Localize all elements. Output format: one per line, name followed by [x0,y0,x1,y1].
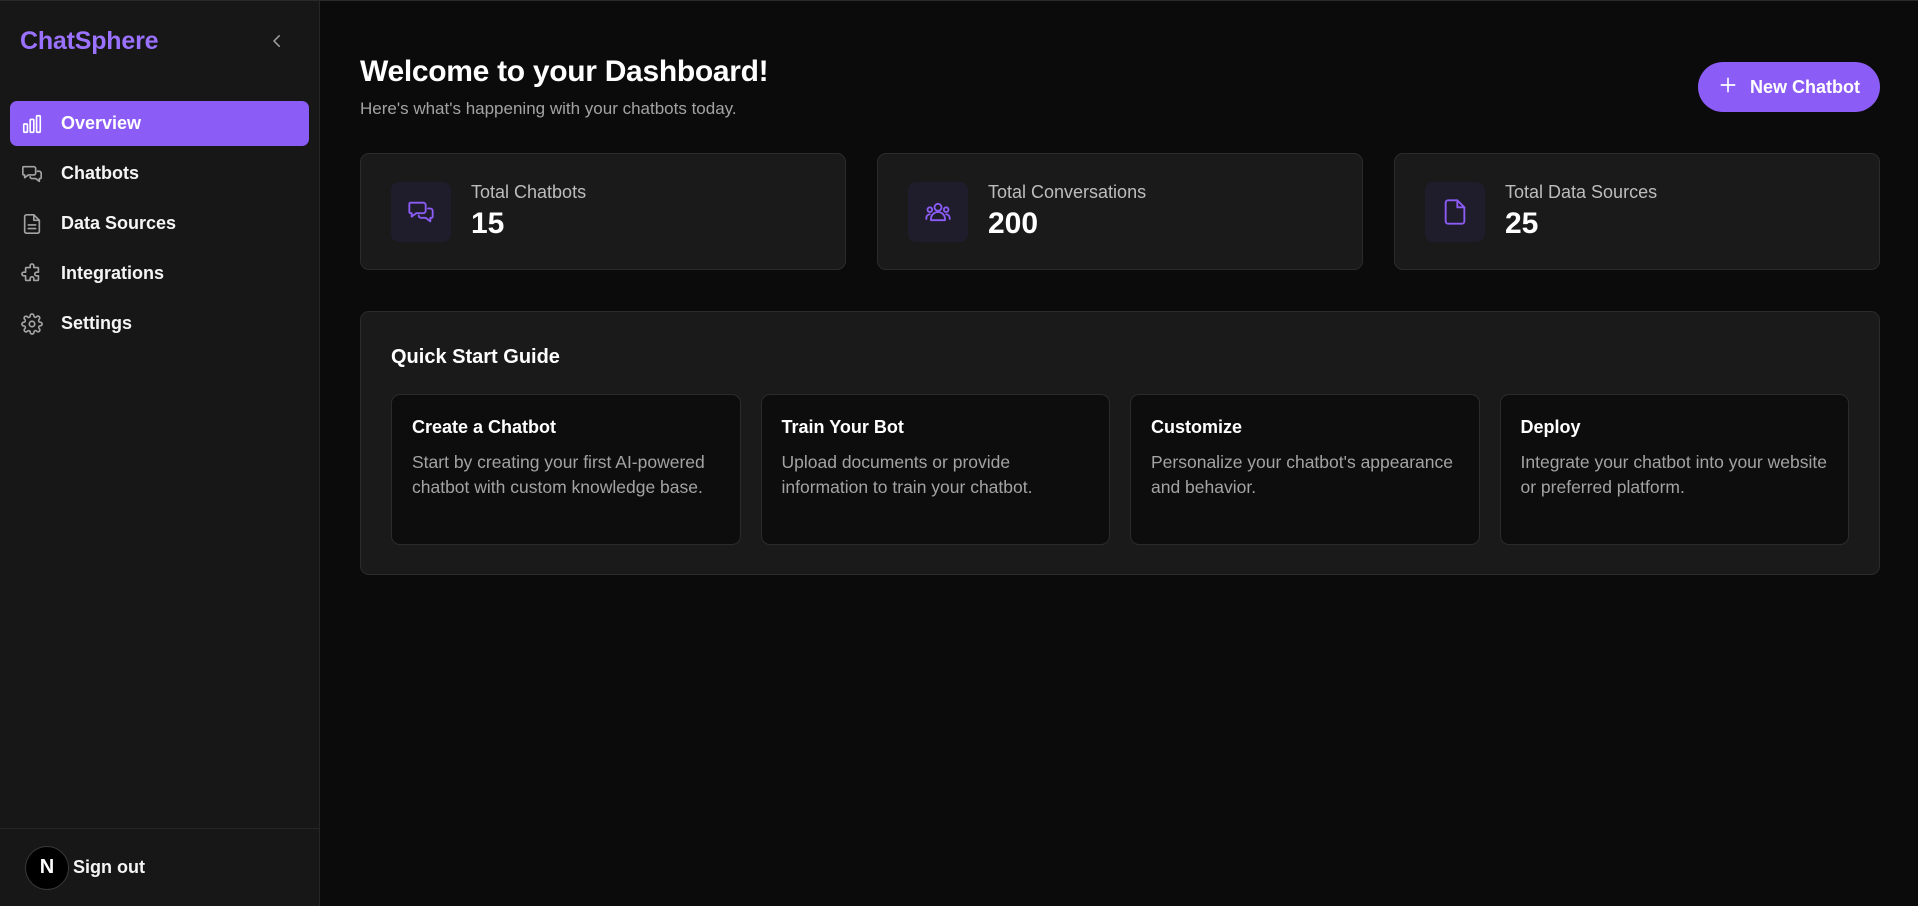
guide-card-create[interactable]: Create a Chatbot Start by creating your … [391,394,741,545]
stat-text: Total Conversations 200 [988,182,1146,241]
guide-card-customize[interactable]: Customize Personalize your chatbot's app… [1130,394,1480,545]
guide-card-title: Deploy [1520,417,1581,437]
stats-row: Total Chatbots 15 Total Conversations 20… [360,153,1880,270]
main-content: Welcome to your Dashboard! Here's what's… [320,1,1918,906]
sidebar-item-settings[interactable]: Settings [10,301,309,346]
sidebar-item-label: Overview [61,113,142,133]
sidebar-item-data-sources[interactable]: Data Sources [10,201,309,246]
stat-value: 200 [988,207,1039,240]
new-chatbot-button[interactable]: New Chatbot [1698,62,1880,112]
guide-card-title: Customize [1151,417,1243,437]
guide-card-desc: Upload documents or provide information … [781,452,1033,497]
sidebar-item-label: Settings [61,313,133,333]
brand-logo[interactable]: ChatSphere [20,27,159,56]
stat-value: 25 [1505,207,1539,240]
sidebar-header: ChatSphere [0,1,319,81]
guide-card-deploy[interactable]: Deploy Integrate your chatbot into your … [1499,394,1849,545]
stat-card-data-sources: Total Data Sources 25 [1394,153,1880,270]
stat-text: Total Chatbots 15 [471,182,586,241]
stat-label: Total Chatbots [471,182,587,202]
guide-card-desc: Start by creating your first AI-powered … [412,452,705,497]
guide-card-train[interactable]: Train Your Bot Upload documents or provi… [760,394,1110,545]
sidebar-nav: Overview Chatbots Data Sources Integrati… [0,81,319,346]
stat-value: 15 [471,207,505,240]
page-header: Welcome to your Dashboard! Here's what's… [360,55,1880,119]
stat-label: Total Data Sources [1505,182,1658,202]
stat-text: Total Data Sources 25 [1505,182,1657,241]
chat-bubbles-icon [20,162,44,186]
sidebar-item-integrations[interactable]: Integrations [10,251,309,296]
guide-grid: Create a Chatbot Start by creating your … [391,394,1849,545]
guide-card-title: Train Your Bot [781,417,904,437]
sidebar-item-chatbots[interactable]: Chatbots [10,151,309,196]
guide-card-desc: Personalize your chatbot's appearance an… [1151,452,1454,497]
guide-card-desc: Integrate your chatbot into your website… [1520,452,1827,497]
chevron-left-icon[interactable] [265,29,289,53]
stat-label: Total Conversations [988,182,1147,202]
sidebar-footer: N Sign out [0,828,319,906]
document-icon [20,212,44,236]
stat-card-chatbots: Total Chatbots 15 [360,153,846,270]
quick-start-guide: Quick Start Guide Create a Chatbot Start… [360,311,1880,575]
sidebar-item-label: Data Sources [61,213,177,233]
sidebar-item-label: Integrations [61,263,165,283]
bar-chart-icon [20,112,44,136]
chat-bubbles-icon [391,181,451,242]
page-subtitle: Here's what's happening with your chatbo… [360,99,737,118]
guide-card-title: Create a Chatbot [412,417,557,437]
plus-icon [1718,75,1738,100]
new-chatbot-label: New Chatbot [1750,76,1860,97]
stat-card-conversations: Total Conversations 200 [877,153,1363,270]
guide-title: Quick Start Guide [391,346,560,368]
header-text: Welcome to your Dashboard! Here's what's… [360,55,769,119]
sidebar-item-overview[interactable]: Overview [10,101,309,146]
sign-out-button[interactable]: Sign out [73,857,145,878]
users-icon [908,181,968,242]
document-icon [1425,181,1485,242]
app-root: ChatSphere Overview Chatbots Data Source… [0,0,1918,906]
page-title: Welcome to your Dashboard! [360,55,769,88]
sidebar: ChatSphere Overview Chatbots Data Source… [0,1,320,906]
puzzle-icon [20,262,44,286]
avatar[interactable]: N [25,845,69,890]
gear-icon [20,312,44,336]
sidebar-item-label: Chatbots [61,163,139,183]
